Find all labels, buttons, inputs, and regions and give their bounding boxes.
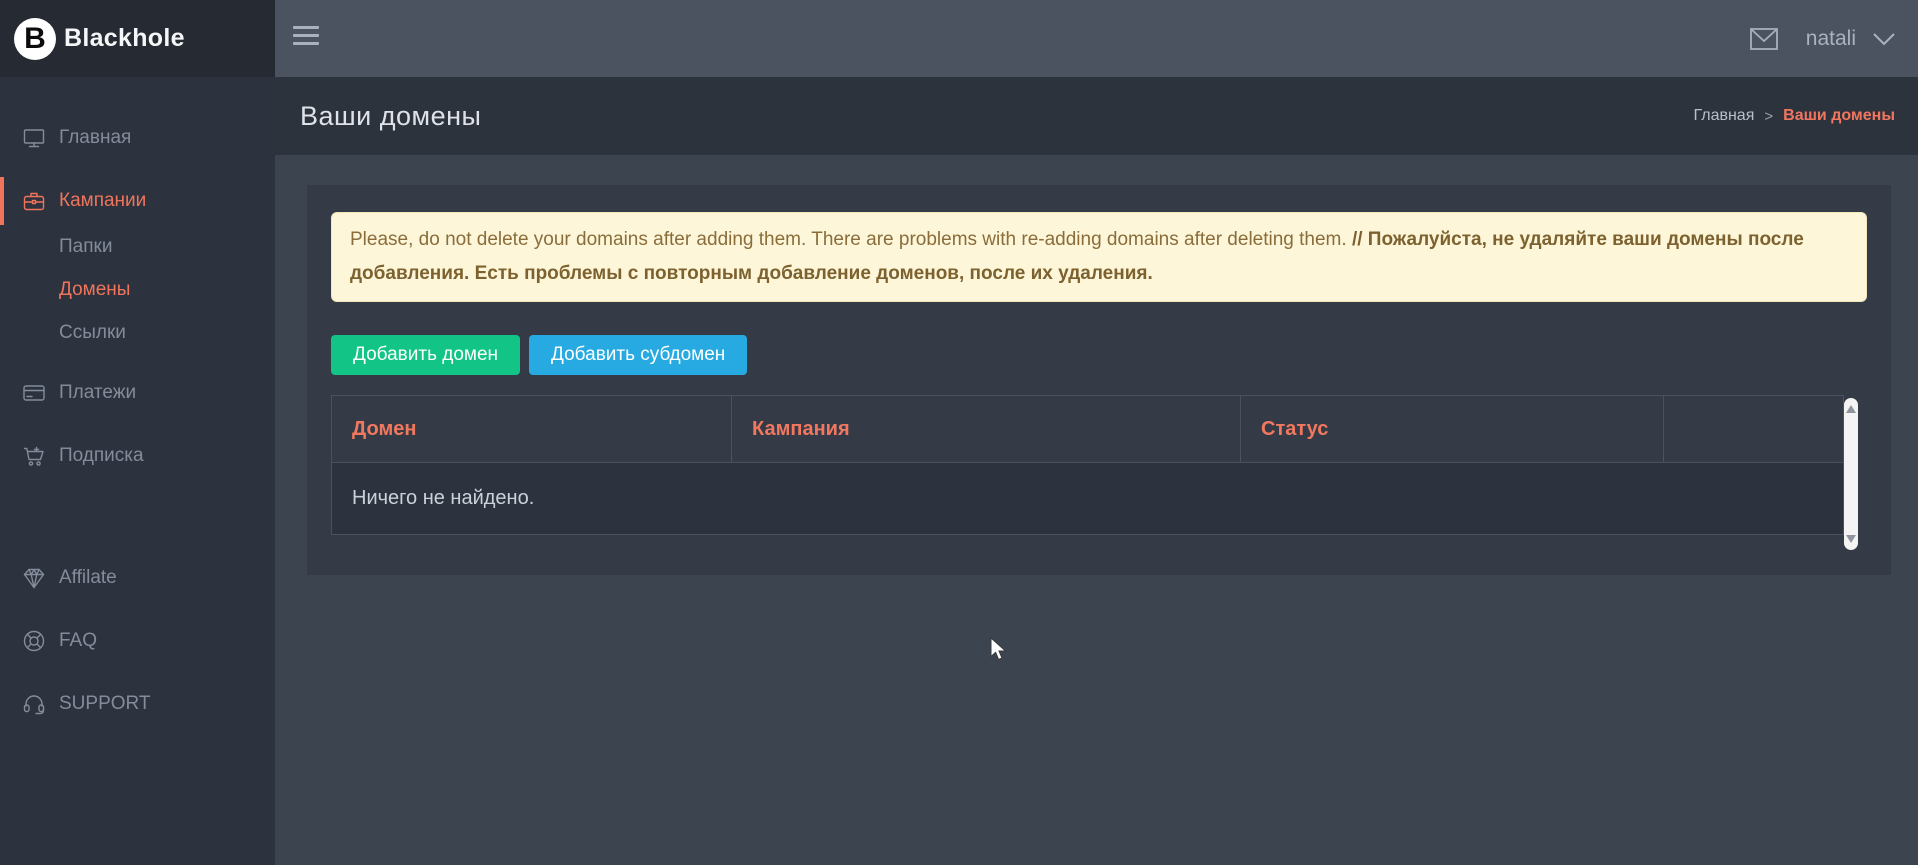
brand-logo-letter: B xyxy=(24,22,46,56)
sidebar: Главная Кампании Папки Домены Ссылки Пла… xyxy=(0,77,275,865)
sidebar-item-domains[interactable]: Домены xyxy=(0,268,275,311)
column-header: Домен xyxy=(332,396,732,462)
sidebar-item-payments[interactable]: Платежи xyxy=(0,369,275,417)
table-scrollbar[interactable] xyxy=(1844,398,1858,550)
actions-row: Добавить домен Добавить субдомен xyxy=(331,335,747,375)
topbar-right: natali xyxy=(1750,0,1896,77)
column-header-empty xyxy=(1664,396,1843,462)
briefcase-icon xyxy=(22,189,46,213)
warning-alert: Please, do not delete your domains after… xyxy=(331,212,1867,302)
breadcrumb: Главная > Ваши домены xyxy=(1693,107,1895,125)
chevron-down-icon xyxy=(1872,32,1896,46)
username: natali xyxy=(1806,27,1856,51)
sidebar-item-campaigns[interactable]: Кампании xyxy=(0,177,275,225)
domains-table: ДоменКампанияСтатус Ничего не найдено. xyxy=(331,395,1844,535)
brand-logo[interactable]: B Blackhole xyxy=(0,0,275,77)
credit-card-icon xyxy=(22,381,46,405)
headset-icon xyxy=(22,692,46,716)
lifebuoy-icon xyxy=(22,629,46,653)
page-title: Ваши домены xyxy=(300,101,481,132)
gem-icon xyxy=(22,566,46,590)
breadcrumb-separator-icon: > xyxy=(1764,108,1773,125)
monitor-icon xyxy=(22,126,46,150)
page-titlebar: Ваши домены Главная > Ваши домены xyxy=(275,77,1918,155)
sidebar-item-folders[interactable]: Папки xyxy=(0,225,275,268)
mail-icon[interactable] xyxy=(1750,28,1778,50)
user-menu[interactable]: natali xyxy=(1806,27,1896,51)
breadcrumb-home[interactable]: Главная xyxy=(1693,107,1754,125)
sidebar-item-affiliate[interactable]: Affilate xyxy=(0,554,275,602)
sidebar-item-faq[interactable]: FAQ xyxy=(0,617,275,665)
add-domain-button[interactable]: Добавить домен xyxy=(331,335,520,375)
domains-panel: Please, do not delete your domains after… xyxy=(307,185,1891,575)
brand-name: Blackhole xyxy=(64,24,185,53)
warning-alert-text-en: Please, do not delete your domains after… xyxy=(350,229,1347,250)
cart-plus-icon xyxy=(22,444,46,468)
add-subdomain-button[interactable]: Добавить субдомен xyxy=(529,335,747,375)
content-area: Please, do not delete your domains after… xyxy=(275,155,1918,865)
menu-toggle-icon[interactable] xyxy=(293,26,319,50)
brand-logo-icon: B xyxy=(14,18,56,60)
sidebar-item-links[interactable]: Ссылки xyxy=(0,311,275,354)
scroll-up-icon[interactable] xyxy=(1846,405,1856,413)
topbar: natali xyxy=(275,0,1918,77)
breadcrumb-current: Ваши домены xyxy=(1783,107,1895,125)
sidebar-item-support[interactable]: SUPPORT xyxy=(0,680,275,728)
column-header: Кампания xyxy=(732,396,1241,462)
table-empty-row: Ничего не найдено. xyxy=(331,462,1844,535)
sidebar-item-home[interactable]: Главная xyxy=(0,114,275,162)
column-header: Статус xyxy=(1241,396,1664,462)
empty-message: Ничего не найдено. xyxy=(352,487,534,510)
sidebar-item-subscription[interactable]: Подписка xyxy=(0,432,275,480)
scroll-down-icon[interactable] xyxy=(1846,535,1856,543)
table-header-row: ДоменКампанияСтатус xyxy=(331,395,1844,462)
